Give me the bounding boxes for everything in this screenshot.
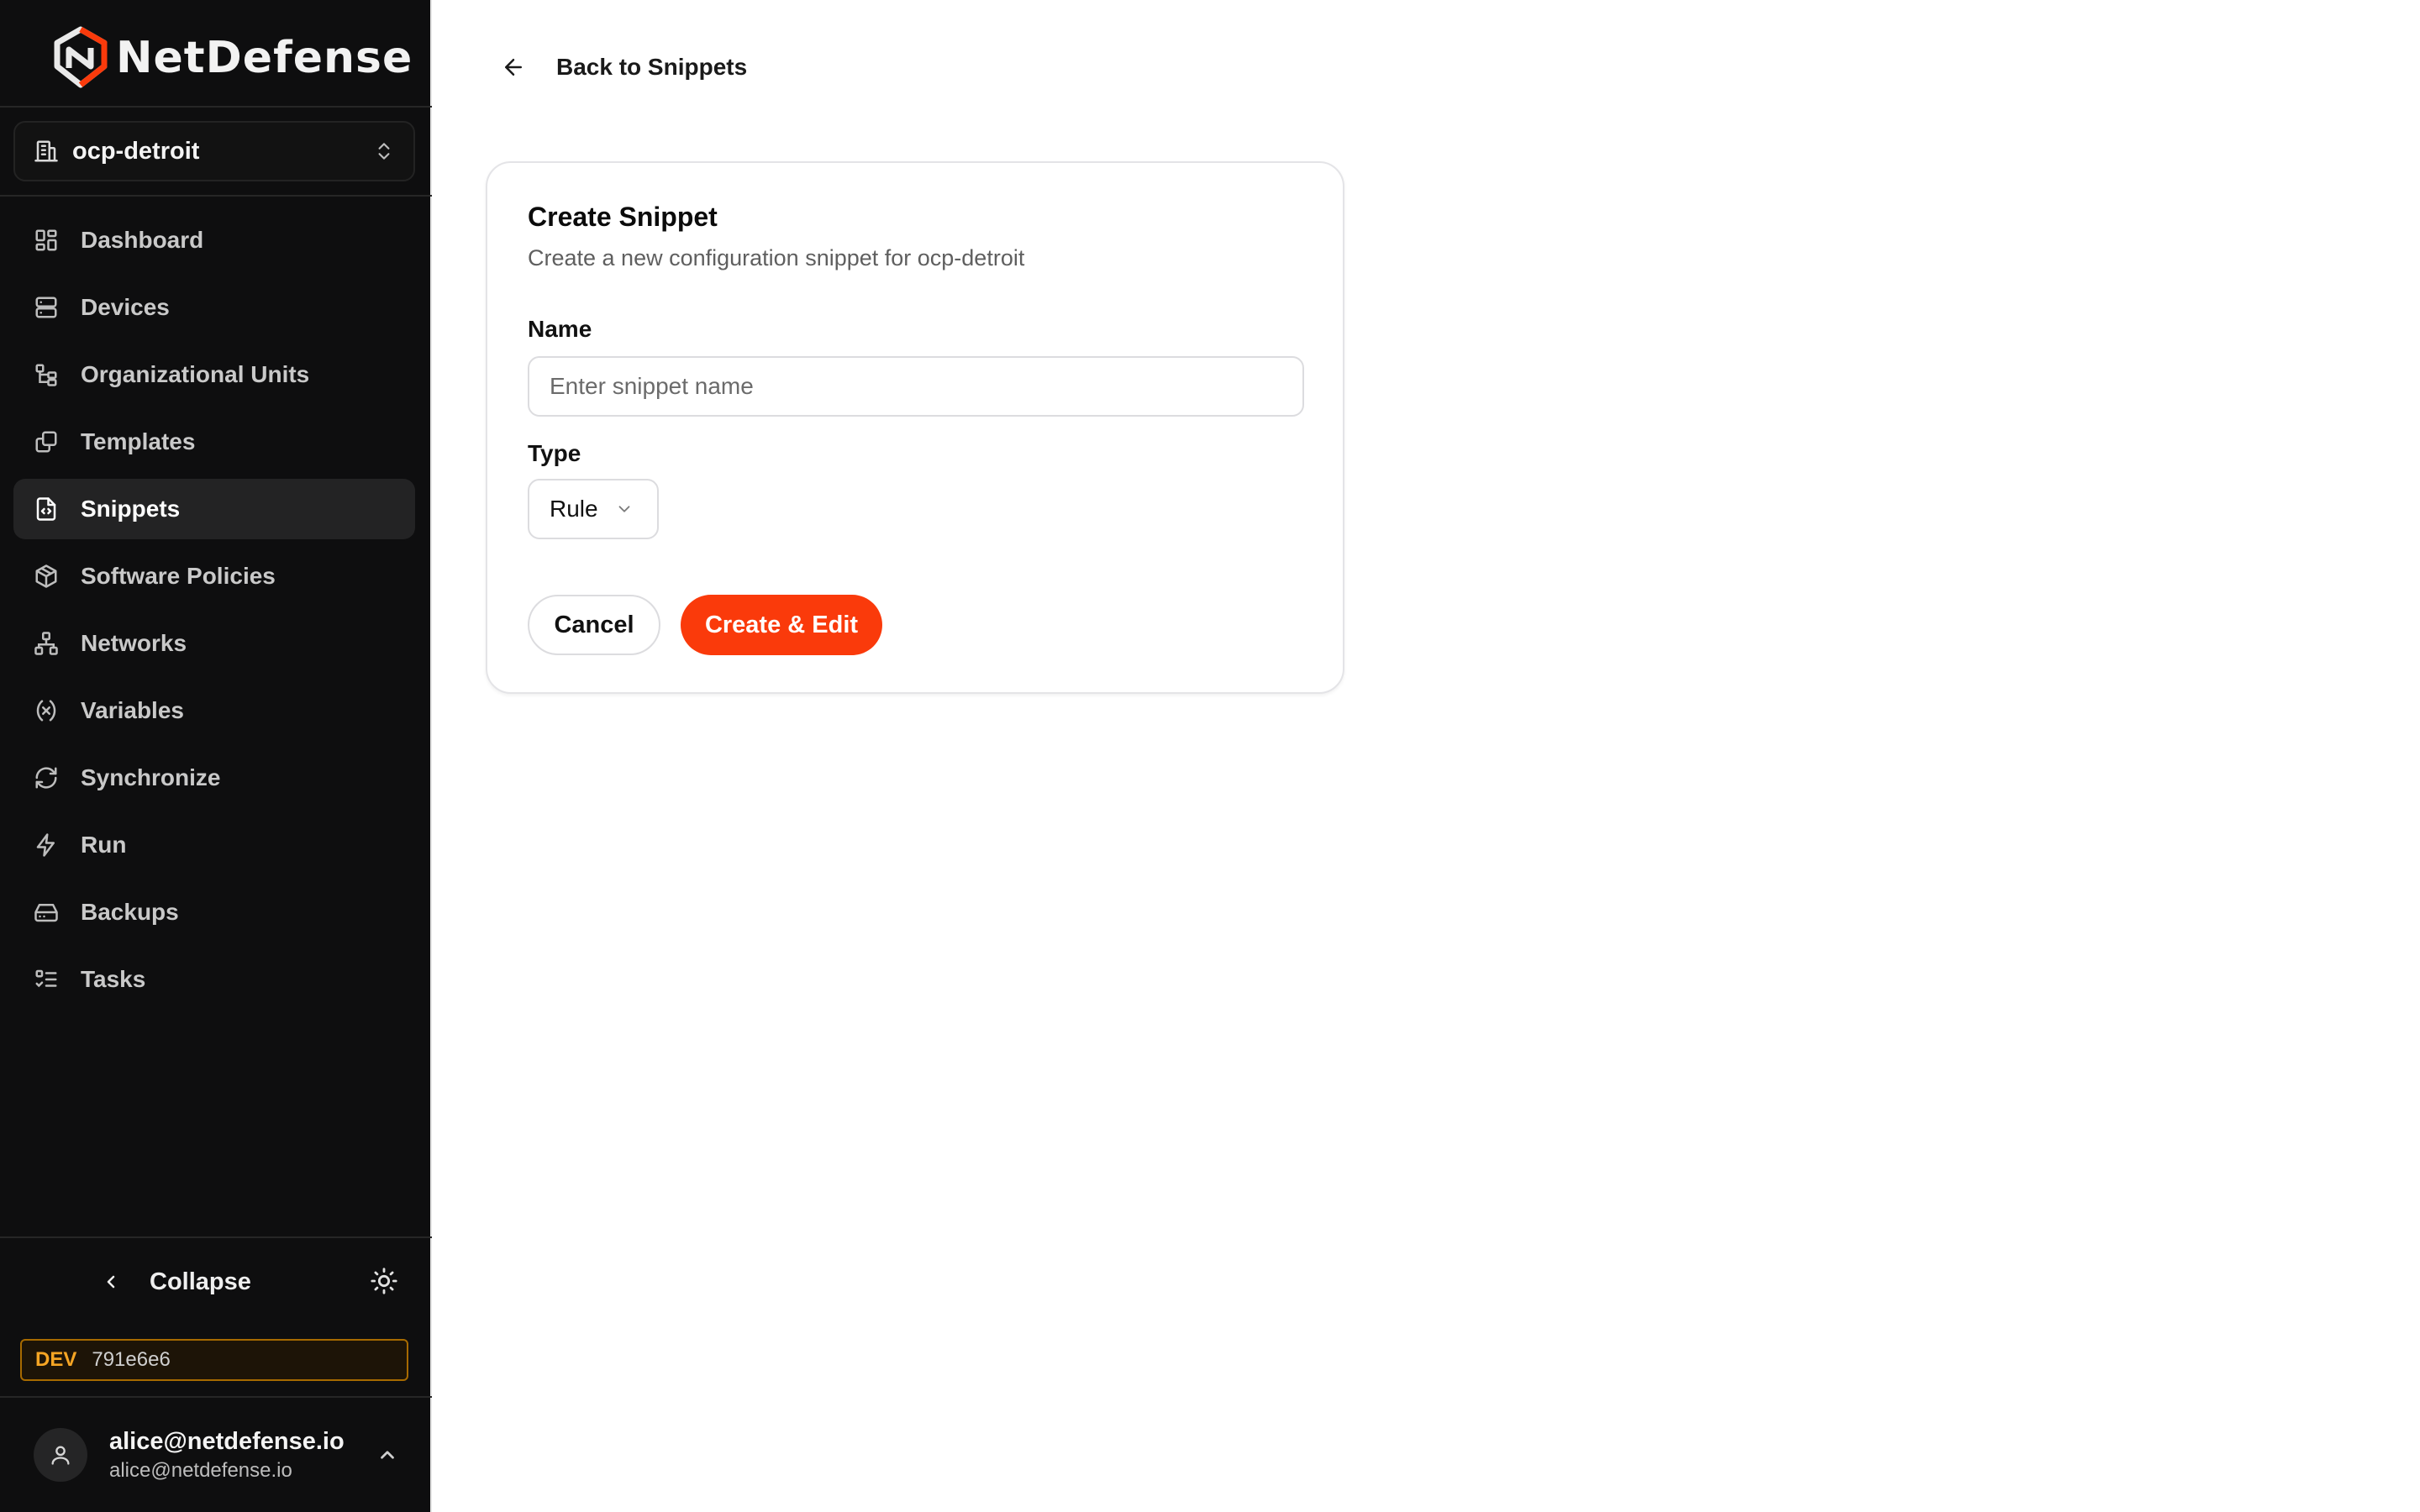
sidebar-item-software-policies[interactable]: Software Policies [13,546,415,606]
card-subtitle: Create a new configuration snippet for o… [528,245,1025,270]
sidebar-item-devices[interactable]: Devices [13,277,415,338]
sidebar-item-templates[interactable]: Templates [13,412,415,472]
dashboard-icon [35,229,57,251]
code-file-icon [36,497,56,521]
sidebar-item-run[interactable]: Run [13,815,415,875]
sidebar: NetDefense ocp-detroit Dashboard Devices… [0,0,432,1512]
sidebar-item-label: Devices [81,294,170,320]
type-select-value: Rule [550,496,598,522]
sidebar-item-label: Variables [81,697,184,723]
list-checks-icon [35,969,57,988]
avatar [34,1428,87,1482]
back-to-snippets-link[interactable]: Back to Snippets [501,50,747,84]
sidebar-divider [0,195,432,197]
sidebar-item-label: Networks [81,630,187,656]
sidebar-item-label: Backups [81,899,179,925]
sidebar-item-label: Snippets [81,496,181,522]
sidebar-item-tasks[interactable]: Tasks [13,949,415,1010]
refresh-icon [35,767,57,789]
cancel-button[interactable]: Cancel [528,595,660,655]
arrow-left-icon [505,59,522,76]
collapse-button[interactable]: Collapse [101,1268,251,1296]
sidebar-item-snippets[interactable]: Snippets [13,479,415,539]
org-selector[interactable]: ocp-detroit [13,121,415,181]
zap-icon [36,833,55,857]
collapse-label: Collapse [150,1268,251,1295]
user-icon [51,1446,70,1465]
package-icon [35,564,57,588]
server-icon [35,297,57,318]
sidebar-item-organizational-units[interactable]: Organizational Units [13,344,415,405]
create-snippet-card: Create Snippet Create a new configuratio… [486,161,1344,694]
user-email: alice@netdefense.io [109,1458,292,1482]
hard-drive-icon [34,904,58,922]
environment-tag: DEV [35,1348,77,1371]
building-icon [34,140,58,162]
sidebar-nav: Dashboard Devices Organizational Units T… [13,210,415,1016]
chevron-down-icon [618,506,630,512]
sidebar-footer-controls: Collapse [0,1252,432,1312]
sidebar-item-backups[interactable]: Backups [13,882,415,942]
theme-toggle-button[interactable] [370,1267,398,1299]
sidebar-divider [0,1236,432,1238]
org-selector-value: ocp-detroit [72,137,200,165]
sidebar-item-label: Organizational Units [81,361,310,387]
type-select[interactable]: Rule [528,479,659,539]
sun-icon [371,1268,397,1294]
sidebar-item-networks[interactable]: Networks [13,613,415,674]
build-hash: 791e6e6 [92,1348,171,1371]
user-menu[interactable]: alice@netdefense.io alice@netdefense.io [0,1398,432,1512]
tree-icon [35,364,57,386]
name-label: Name [528,316,592,342]
variable-icon [36,700,56,722]
sidebar-item-label: Templates [81,428,196,454]
sidebar-item-label: Tasks [81,966,146,992]
brand-name: NetDefense [116,33,413,83]
user-name: alice@netdefense.io [109,1427,345,1455]
chevron-up-icon [381,1451,394,1459]
card-title: Create Snippet [528,202,718,232]
sidebar-item-label: Software Policies [81,563,276,589]
brand-logo[interactable]: NetDefense [52,24,413,92]
type-label: Type [528,440,581,466]
back-link-label: Back to Snippets [556,54,748,80]
environment-badge: DEV 791e6e6 [20,1339,408,1381]
create-and-edit-button[interactable]: Create & Edit [681,595,882,655]
sidebar-item-variables[interactable]: Variables [13,680,415,741]
chevrons-up-down-icon [378,143,390,160]
network-icon [34,632,58,655]
sidebar-item-synchronize[interactable]: Synchronize [13,748,415,808]
chevron-left-icon [107,1275,115,1289]
sidebar-item-label: Synchronize [81,764,221,790]
snippet-name-input[interactable] [528,356,1304,417]
sidebar-divider [0,106,432,108]
copy-icon [35,431,57,453]
sidebar-item-label: Run [81,832,127,858]
user-info: alice@netdefense.io alice@netdefense.io [109,1428,355,1483]
sidebar-item-label: Dashboard [81,227,204,253]
netdefense-logo-icon [54,26,108,88]
sidebar-item-dashboard[interactable]: Dashboard [13,210,415,270]
